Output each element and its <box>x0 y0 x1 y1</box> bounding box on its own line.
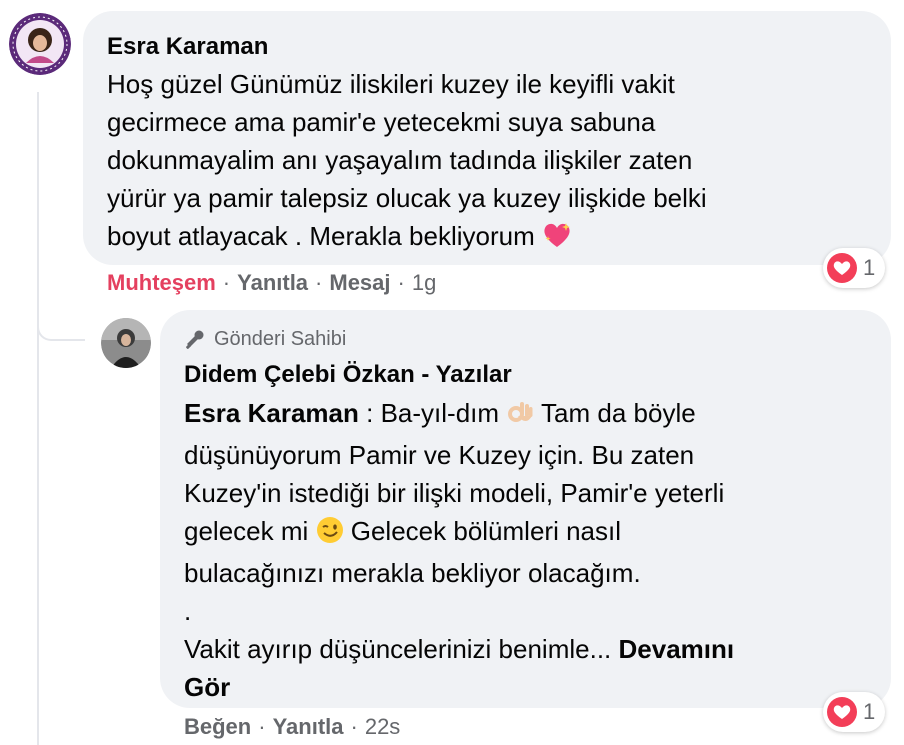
see-more-link[interactable]: Devamını <box>619 634 735 664</box>
reply-line: Gör <box>184 668 867 706</box>
reply-timestamp[interactable]: 22s <box>365 714 400 740</box>
comment-line: boyut atlayacak . Merakla bekliyorum <box>107 217 867 259</box>
reply-line-text: gelecek mi <box>184 516 309 546</box>
reaction-count: 1 <box>863 699 876 724</box>
reply-bubble: Gönderi Sahibi Didem Çelebi Özkan - Yazı… <box>160 310 891 708</box>
love-reaction-button[interactable]: Muhteşem <box>107 270 216 296</box>
reply-author[interactable]: Didem Çelebi Özkan - Yazılar <box>184 359 867 391</box>
comment-timestamp[interactable]: 1g <box>412 270 436 296</box>
reply-line: gelecek mi Gelecek bölümleri nasıl <box>184 512 867 554</box>
separator: · <box>350 714 358 739</box>
reply-button[interactable]: Yanıtla <box>273 714 344 740</box>
reply-button[interactable]: Yanıtla <box>237 270 308 296</box>
love-reaction-icon <box>827 697 857 727</box>
sparkling-heart-icon <box>542 221 572 259</box>
reply-author-avatar[interactable] <box>101 318 151 368</box>
reply-line: Esra Karaman : Ba-yıl-dım Tam da böyle <box>184 394 867 436</box>
reply-line: bulacağınızı merakla bekliyor olacağım. <box>184 558 641 588</box>
author-badge: Gönderi Sahibi <box>184 326 867 352</box>
commenter-avatar[interactable] <box>9 13 71 75</box>
winking-face-icon <box>316 516 344 554</box>
thread-connector <box>37 325 85 341</box>
reply-line: . <box>184 596 192 626</box>
reply-actions: Beğen · Yanıtla · 22s <box>184 714 400 740</box>
thread-line <box>37 92 39 745</box>
comment-line: dokunmayalim anı yaşayalım tadında ilişk… <box>107 145 693 175</box>
reply-line-text: : Ba-yıl-dım <box>366 398 500 428</box>
mention-link[interactable]: Esra Karaman <box>184 398 359 428</box>
separator: · <box>315 270 323 295</box>
ok-hand-icon <box>506 398 534 436</box>
reply-text: Esra Karaman : Ba-yıl-dım Tam da böyle d… <box>184 394 867 706</box>
reaction-count: 1 <box>863 255 876 280</box>
comment-line: Hoş güzel Günümüz iliskileri kuzey ile k… <box>107 69 675 99</box>
comment-author[interactable]: Esra Karaman <box>107 31 867 63</box>
comment-line: gecirmece ama pamir'e yetecekmi suya sab… <box>107 107 656 137</box>
love-reaction-icon <box>827 253 857 283</box>
separator: · <box>222 270 231 295</box>
reply-line: düşünüyorum Pamir ve Kuzey için. Bu zate… <box>184 440 695 470</box>
separator: · <box>258 714 266 739</box>
comment-actions: Muhteşem · Yanıtla · Mesaj · 1g <box>107 270 436 296</box>
comment-bubble: Esra Karaman Hoş güzel Günümüz iliskiler… <box>83 11 891 265</box>
see-more-link[interactable]: Gör <box>184 672 230 702</box>
reply-line-text: Vakit ayırıp düşüncelerinizi benimle... <box>184 634 612 664</box>
reply-line-text: Gelecek bölümleri nasıl <box>350 516 621 546</box>
like-button[interactable]: Beğen <box>184 714 251 740</box>
reply-line: Vakit ayırıp düşüncelerinizi benimle... … <box>184 630 867 668</box>
separator: · <box>397 270 405 295</box>
message-button[interactable]: Mesaj <box>329 270 390 296</box>
megaphone-icon <box>186 330 204 349</box>
reply-line-text: Tam da böyle <box>541 398 696 428</box>
author-badge-label: Gönderi Sahibi <box>214 328 347 350</box>
reply-line: Kuzey'in istediği bir ilişki modeli, Pam… <box>184 478 725 508</box>
reaction-summary[interactable]: 1 <box>823 248 886 288</box>
comment-line: yürür ya pamir talepsiz olucak ya kuzey … <box>107 183 707 213</box>
reaction-summary[interactable]: 1 <box>823 692 886 732</box>
comment-text: Hoş güzel Günümüz iliskileri kuzey ile k… <box>107 65 867 259</box>
comment-line-text: boyut atlayacak . Merakla bekliyorum <box>107 221 535 251</box>
